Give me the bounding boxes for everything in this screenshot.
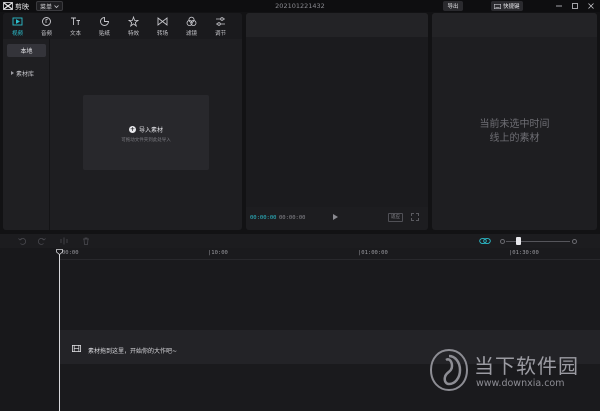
tab-label: 特效 <box>127 31 139 37</box>
redo-icon[interactable] <box>38 237 46 245</box>
track-drop-hint: 素材拖到这里，开始你的大作吧~ <box>88 348 178 355</box>
import-button[interactable]: + 导入素材 <box>83 125 209 134</box>
plus-icon: + <box>128 126 136 133</box>
import-drop-zone[interactable]: + 导入素材 可拖动文件夹到此处导入 <box>83 95 209 170</box>
export-button[interactable]: 导出 <box>443 1 463 11</box>
tab-effects[interactable]: 特效 <box>119 13 148 39</box>
tab-label: 贴纸 <box>98 31 110 37</box>
ruler-tick-label: |10:00 <box>208 250 228 256</box>
tab-label: 调节 <box>214 31 226 37</box>
chevron-down-icon <box>54 4 59 8</box>
timeline-ruler: 00:00 |10:00 |01:00:00 |01:30:00 <box>60 248 600 260</box>
title-bar: 剪映 菜单 20210122143​2 导出 快捷键 <box>0 0 600 12</box>
properties-panel: 当前未选中时间 线上的素材 <box>432 13 597 230</box>
adjust-icon <box>216 17 225 26</box>
media-tab-bar: 视频 音频 文本 贴纸 特效 转场 滤镜 调节 <box>3 13 242 39</box>
maximize-icon <box>572 3 578 9</box>
ruler-tick-label: |01:30:00 <box>509 250 539 256</box>
split-icon[interactable] <box>60 237 68 245</box>
minimize-icon <box>556 5 562 7</box>
tab-label: 音频 <box>40 31 52 37</box>
shortcut-button[interactable]: 快捷键 <box>491 1 523 11</box>
tab-transition[interactable]: 转场 <box>148 13 177 39</box>
total-time: 00:00:00 <box>279 215 306 221</box>
app-name: 剪映 <box>15 3 29 11</box>
transition-icon <box>157 17 168 26</box>
film-icon <box>72 345 81 352</box>
import-hint: 可拖动文件夹到此处导入 <box>121 138 171 143</box>
delete-icon[interactable] <box>82 237 90 245</box>
watermark-text: 当下软件园 <box>474 354 579 378</box>
effects-icon <box>128 16 139 27</box>
menu-button[interactable]: 菜单 <box>36 1 64 11</box>
sidebar-item-library[interactable]: 素材库 <box>7 67 50 79</box>
playhead[interactable] <box>59 254 60 411</box>
player-viewport <box>246 37 428 207</box>
zoom-out-icon[interactable] <box>500 239 505 244</box>
player-header <box>246 13 428 37</box>
timeline-toolbar <box>0 234 600 248</box>
tab-adjust[interactable]: 调节 <box>206 13 235 39</box>
watermark-logo-icon <box>429 348 469 392</box>
audio-icon <box>42 17 51 26</box>
expand-triangle-icon <box>11 71 14 75</box>
tab-label: 转场 <box>156 31 168 37</box>
import-label: 导入素材 <box>138 127 163 134</box>
link-icon[interactable] <box>479 237 491 245</box>
maximize-button[interactable] <box>568 1 582 11</box>
properties-empty-message: 当前未选中时间 线上的素材 <box>479 119 550 144</box>
ruler-tick-label: 00:00 <box>62 250 79 256</box>
fullscreen-icon[interactable] <box>411 213 419 221</box>
close-icon <box>588 3 594 9</box>
player-panel: 00:00:00 00:00:00 适应 <box>246 13 428 230</box>
filter-icon <box>186 16 197 26</box>
media-sidebar: 本地 素材库 <box>3 39 50 230</box>
undo-icon[interactable] <box>18 237 26 245</box>
tab-text[interactable]: 文本 <box>61 13 90 39</box>
track-header-column <box>0 248 60 411</box>
player-controls: 00:00:00 00:00:00 适应 <box>246 207 428 230</box>
video-icon <box>12 17 23 26</box>
sidebar-item-local[interactable]: 本地 <box>7 44 46 57</box>
watermark-url: www.downxia.com <box>476 378 565 389</box>
ruler-tick-label: |01:00:00 <box>358 250 388 256</box>
current-time: 00:00:00 <box>250 215 277 221</box>
tab-label: 滤镜 <box>185 31 197 37</box>
tab-audio[interactable]: 音频 <box>32 13 61 39</box>
tab-video[interactable]: 视频 <box>3 13 32 39</box>
play-icon[interactable] <box>333 214 338 220</box>
text-icon <box>71 17 80 25</box>
ratio-button[interactable]: 适应 <box>388 213 403 222</box>
shortcut-label: 快捷键 <box>503 4 520 10</box>
close-button[interactable] <box>584 1 598 11</box>
tab-filter[interactable]: 滤镜 <box>177 13 206 39</box>
tab-label: 文本 <box>69 31 81 37</box>
menu-label: 菜单 <box>40 3 53 11</box>
app-logo-icon <box>3 2 13 10</box>
sticker-icon <box>100 17 109 26</box>
minimize-button[interactable] <box>552 1 566 11</box>
sidebar-item-label: 素材库 <box>16 70 35 78</box>
zoom-in-icon[interactable] <box>572 239 577 244</box>
tab-sticker[interactable]: 贴纸 <box>90 13 119 39</box>
keyboard-icon <box>494 3 501 9</box>
media-panel: 视频 音频 文本 贴纸 特效 转场 滤镜 调节 本地 素材库 + 导入素材 可拖… <box>3 13 242 230</box>
tab-label: 视频 <box>11 31 23 37</box>
properties-header <box>432 13 597 37</box>
zoom-slider-handle[interactable] <box>516 237 521 245</box>
